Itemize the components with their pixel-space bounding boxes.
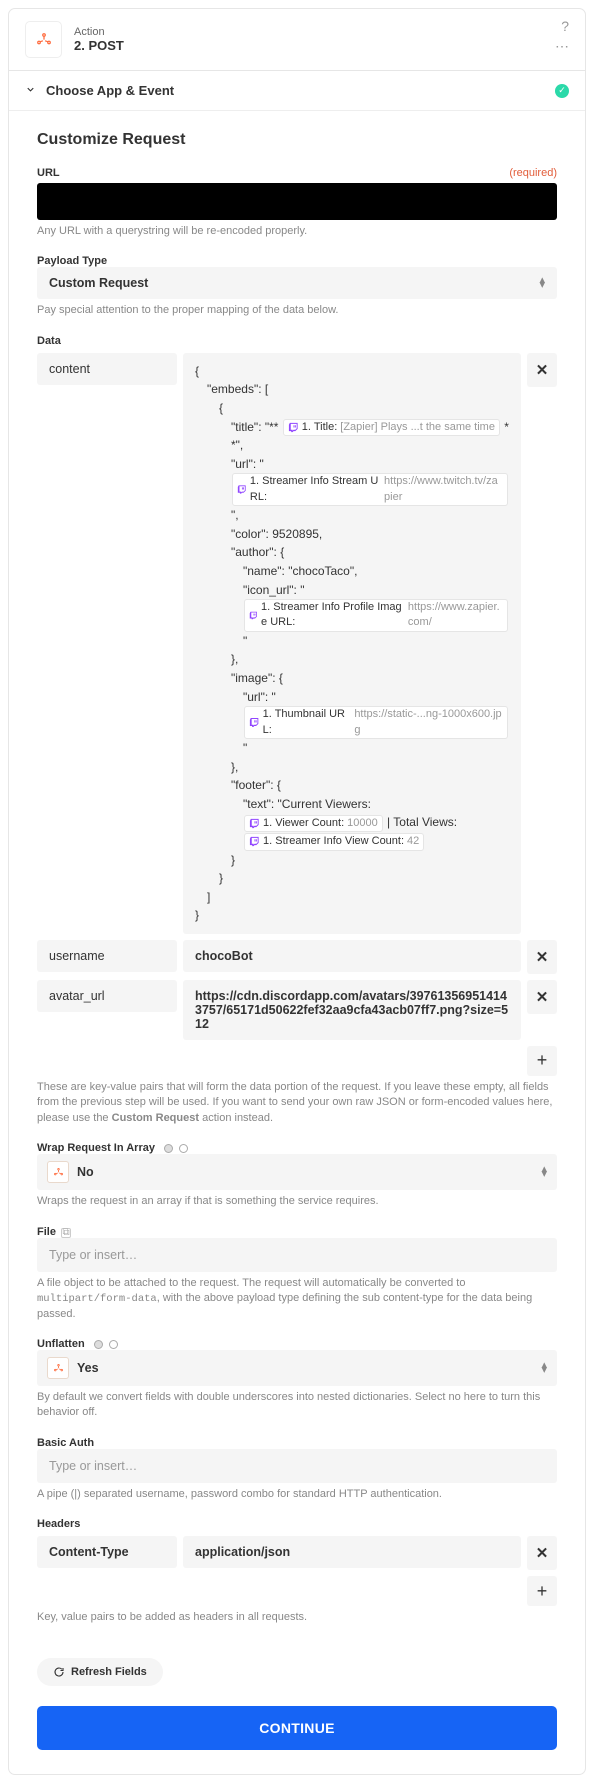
twitch-icon xyxy=(249,818,260,829)
pill-stream-url[interactable]: 1. Streamer Info Stream URL: https://www… xyxy=(232,473,508,506)
chevron-down-icon xyxy=(25,83,36,98)
step-header: Action 2. POST ? ⋯ xyxy=(9,9,585,71)
payload-type-select[interactable]: Custom Request ▴▾ xyxy=(37,267,557,299)
data-kv-grid: content { "embeds": [ { "title": "** 1. … xyxy=(37,353,557,1076)
twitch-icon xyxy=(249,610,258,621)
unflatten-select[interactable]: Yes ▴▾ xyxy=(37,1350,557,1386)
file-label: File ⧉ xyxy=(37,1226,557,1238)
data-row-content: content { "embeds": [ { "title": "** 1. … xyxy=(37,353,557,934)
continue-button[interactable]: CONTINUE xyxy=(37,1706,557,1750)
select-arrows-icon: ▴▾ xyxy=(541,1167,547,1178)
file-info-icon[interactable]: ⧉ xyxy=(61,1228,71,1238)
twitch-icon xyxy=(288,422,299,433)
app-icon xyxy=(25,21,62,58)
header-key[interactable]: Content-Type xyxy=(37,1536,177,1568)
unflatten-radio[interactable] xyxy=(94,1340,103,1349)
url-label: URL xyxy=(37,167,60,179)
pill-viewer-count[interactable]: 1. Viewer Count: 10000 xyxy=(244,815,383,832)
twitch-icon xyxy=(237,484,247,495)
file-input[interactable]: Type or insert… xyxy=(37,1238,557,1272)
add-row-button[interactable]: + xyxy=(527,1046,557,1076)
header-value[interactable]: application/json xyxy=(183,1536,521,1568)
data-row-avatar: avatar_url https://cdn.discordapp.com/av… xyxy=(37,980,557,1040)
url-helper: Any URL with a querystring will be re-en… xyxy=(37,224,557,239)
headers-helper: Key, value pairs to be added as headers … xyxy=(37,1610,557,1625)
basic-auth-helper: A pipe (|) separated username, password … xyxy=(37,1487,557,1502)
payload-type-helper: Pay special attention to the proper mapp… xyxy=(37,303,557,318)
step-title: 2. POST xyxy=(74,38,124,53)
customize-heading: Customize Request xyxy=(37,131,557,149)
basic-auth-label: Basic Auth xyxy=(37,1437,557,1449)
delete-row-button[interactable]: ✕ xyxy=(527,353,557,387)
delete-row-button[interactable]: ✕ xyxy=(527,940,557,974)
twitch-icon xyxy=(249,717,260,728)
step-kind-label: Action xyxy=(74,26,124,38)
wrap-radio[interactable] xyxy=(164,1144,173,1153)
webhooks-icon xyxy=(47,1357,69,1379)
url-required-tag: (required) xyxy=(509,167,557,179)
unflatten-label: Unflatten xyxy=(37,1338,557,1350)
url-input[interactable] xyxy=(37,183,557,220)
data-label: Data xyxy=(37,335,557,347)
data-value-content[interactable]: { "embeds": [ { "title": "** 1. Title: [… xyxy=(183,353,521,934)
headers-label: Headers xyxy=(37,1518,557,1530)
twitch-icon xyxy=(249,836,260,847)
delete-row-button[interactable]: ✕ xyxy=(527,1536,557,1570)
data-key-avatar[interactable]: avatar_url xyxy=(37,980,177,1012)
choose-app-event-section[interactable]: Choose App & Event ✓ xyxy=(9,71,585,111)
data-value-avatar[interactable]: https://cdn.discordapp.com/avatars/39761… xyxy=(183,980,521,1040)
more-icon[interactable]: ⋯ xyxy=(555,39,569,53)
unflatten-helper: By default we convert fields with double… xyxy=(37,1390,557,1421)
select-arrows-icon: ▴▾ xyxy=(541,1363,547,1374)
wrap-helper: Wraps the request in an array if that is… xyxy=(37,1194,557,1209)
add-row-button[interactable]: + xyxy=(527,1576,557,1606)
wrap-radio[interactable] xyxy=(179,1144,188,1153)
pill-thumbnail-url[interactable]: 1. Thumbnail URL: https://static-...ng-1… xyxy=(244,706,508,739)
delete-row-button[interactable]: ✕ xyxy=(527,980,557,1014)
pill-profile-image-url[interactable]: 1. Streamer Info Profile Image URL: http… xyxy=(244,599,508,632)
refresh-icon xyxy=(53,1666,65,1678)
pill-title[interactable]: 1. Title: [Zapier] Plays ...t the same t… xyxy=(283,419,500,436)
status-complete-icon: ✓ xyxy=(555,84,569,98)
section-title: Choose App & Event xyxy=(46,83,555,98)
data-value-username[interactable]: chocoBot xyxy=(183,940,521,972)
pill-view-count[interactable]: 1. Streamer Info View Count: 42 xyxy=(244,833,424,850)
file-helper: A file object to be attached to the requ… xyxy=(37,1276,557,1322)
refresh-fields-button[interactable]: Refresh Fields xyxy=(37,1658,163,1686)
data-row-username: username chocoBot ✕ xyxy=(37,940,557,974)
data-helper: These are key-value pairs that will form… xyxy=(37,1080,557,1126)
payload-type-label: Payload Type xyxy=(37,255,557,267)
wrap-label: Wrap Request In Array xyxy=(37,1142,557,1154)
header-row: Content-Type application/json ✕ xyxy=(37,1536,557,1570)
basic-auth-input[interactable]: Type or insert… xyxy=(37,1449,557,1483)
webhooks-icon xyxy=(47,1161,69,1183)
data-key-content[interactable]: content xyxy=(37,353,177,385)
data-key-username[interactable]: username xyxy=(37,940,177,972)
wrap-select[interactable]: No ▴▾ xyxy=(37,1154,557,1190)
select-arrows-icon: ▴▾ xyxy=(539,278,545,289)
unflatten-radio[interactable] xyxy=(109,1340,118,1349)
help-icon[interactable]: ? xyxy=(561,19,569,33)
headers-kv-grid: Content-Type application/json ✕ + xyxy=(37,1536,557,1606)
